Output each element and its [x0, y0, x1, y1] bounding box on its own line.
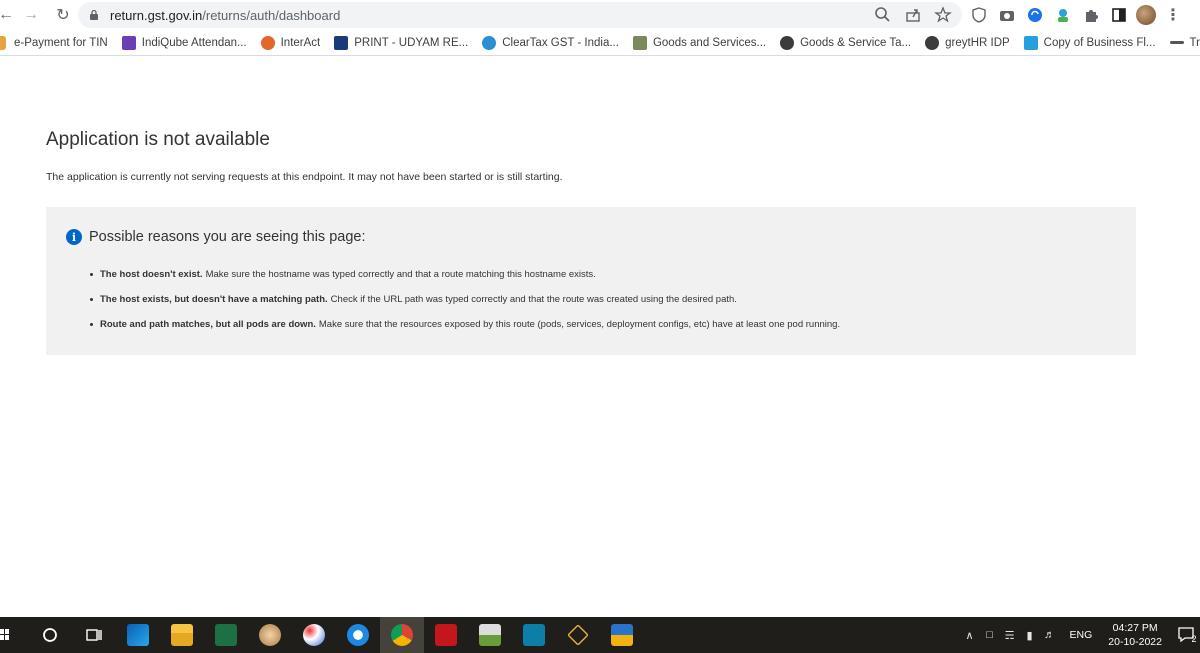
bookmark-label: greytHR IDP: [945, 36, 1010, 49]
bookmark-item[interactable]: Goods and Services...: [627, 32, 772, 54]
outlook-icon[interactable]: [116, 617, 160, 653]
page-description: The application is currently not serving…: [46, 171, 563, 183]
bookmark-label: Goods & Service Ta...: [800, 36, 912, 49]
list-item: The host exists, but doesn't have a matc…: [90, 287, 840, 312]
sidepanel-icon[interactable]: [1108, 4, 1130, 26]
bookmark-star-icon[interactable]: [932, 4, 954, 26]
bookmark-item[interactable]: PRINT - UDYAM RE...: [328, 32, 474, 54]
bookmark-favicon-icon: [632, 35, 647, 50]
volume-icon[interactable]: ♬: [1040, 629, 1060, 641]
camera-extension-icon[interactable]: [996, 4, 1018, 26]
file-explorer-icon[interactable]: [160, 617, 204, 653]
bookmark-label: InterAct: [280, 36, 321, 49]
bookmark-favicon-icon: [121, 35, 136, 50]
bookmark-favicon-icon: [334, 35, 349, 50]
paint-icon[interactable]: [248, 617, 292, 653]
url-host: return.gst.gov.in: [110, 7, 203, 23]
wifi-icon[interactable]: ☴: [1000, 629, 1020, 642]
bookmark-item[interactable]: InterAct: [255, 32, 327, 54]
forward-icon[interactable]: →: [18, 2, 44, 28]
globe-icon: [780, 35, 795, 50]
info-icon: i: [66, 229, 82, 245]
remote-desktop-icon[interactable]: [468, 617, 512, 653]
bookmarks-bar: e-Payment for TIN IndiQube Attendan... I…: [0, 30, 1200, 56]
start-windows-icon[interactable]: [0, 617, 14, 653]
list-item: The host doesn't exist. Make sure the ho…: [90, 262, 840, 287]
url-text: return.gst.gov.in/returns/auth/dashboard: [110, 8, 340, 23]
back-icon[interactable]: ←: [0, 2, 14, 28]
list-item: Route and path matches, but all pods are…: [90, 312, 840, 337]
clock[interactable]: 04:27 PM 20-10-2022: [1108, 621, 1162, 649]
reasons-panel-header: i Possible reasons you are seeing this p…: [66, 229, 365, 245]
lock-icon: [90, 9, 98, 20]
bookmark-item[interactable]: greytHR IDP: [919, 32, 1016, 54]
chevron-up-icon[interactable]: ∧: [960, 629, 980, 642]
acrobat-icon[interactable]: [424, 617, 468, 653]
reload-icon[interactable]: ↻: [50, 2, 76, 28]
bookmark-item[interactable]: ClearTax GST - India...: [476, 32, 625, 54]
zoom-icon[interactable]: [872, 4, 894, 26]
bookmark-label: PRINT - UDYAM RE...: [354, 36, 469, 49]
reason-heading: The host doesn't exist.: [100, 269, 203, 280]
chrome-icon[interactable]: [380, 617, 424, 653]
paint-palette-icon[interactable]: [292, 617, 336, 653]
menu-icon[interactable]: ⋮: [1162, 4, 1184, 26]
reasons-list: The host doesn't exist. Make sure the ho…: [90, 262, 840, 337]
sway-s-icon[interactable]: [512, 617, 556, 653]
reason-text: Check if the URL path was typed correctl…: [330, 294, 737, 305]
page-title: Application is not available: [46, 129, 270, 150]
bookmark-item[interactable]: Goods & Service Ta...: [774, 32, 917, 54]
bookmark-item[interactable]: Copy of Business Fl...: [1018, 32, 1162, 54]
reasons-panel: i Possible reasons you are seeing this p…: [46, 207, 1136, 355]
system-tray: ∧ □ ☴ ▮ ♬ ENG 04:27 PM 20-10-2022 2: [960, 617, 1200, 653]
bookmark-label: IndiQube Attendan...: [141, 36, 247, 49]
battery-icon[interactable]: ▮: [1020, 629, 1040, 642]
windows-taskbar: ∧ □ ☴ ▮ ♬ ENG 04:27 PM 20-10-2022 2: [0, 617, 1200, 653]
reason-text: Make sure that the resources exposed by …: [318, 319, 841, 330]
task-view-icon[interactable]: [72, 617, 116, 653]
bookmark-label: Trumarx: [1189, 36, 1200, 49]
bookmark-label: Goods and Services...: [652, 36, 767, 49]
bookmark-label: e-Payment for TIN: [14, 36, 108, 49]
reason-heading: The host exists, but doesn't have a matc…: [100, 294, 328, 305]
puzzle-extension-icon[interactable]: [1080, 4, 1102, 26]
page-content: Application is not available The applica…: [0, 57, 1200, 617]
bookmark-favicon-icon: [260, 35, 275, 50]
reasons-panel-title: Possible reasons you are seeing this pag…: [89, 229, 366, 245]
search-circle-icon[interactable]: [28, 617, 72, 653]
bookmark-favicon-icon: [1169, 41, 1184, 44]
share-icon[interactable]: [902, 4, 924, 26]
bookmark-item[interactable]: IndiQube Attendan...: [116, 32, 253, 54]
clock-time: 04:27 PM: [1112, 622, 1158, 634]
meet-now-icon[interactable]: □: [980, 629, 1000, 641]
address-bar[interactable]: return.gst.gov.in/returns/auth/dashboard: [78, 2, 962, 28]
app-tiles-icon[interactable]: [600, 617, 644, 653]
bookmark-label: ClearTax GST - India...: [502, 36, 619, 49]
bookmark-favicon-icon: [0, 35, 6, 50]
extensions-area: ⋮: [968, 2, 1184, 28]
profile-avatar[interactable]: [1136, 5, 1156, 25]
notifications-icon[interactable]: 2: [1174, 617, 1200, 653]
bookmark-favicon-icon: [1023, 35, 1038, 50]
url-path: /returns/auth/dashboard: [202, 7, 341, 23]
cleartax-extension-icon[interactable]: [1052, 4, 1074, 26]
bookmark-favicon-icon: [482, 35, 497, 50]
internet-explorer-icon[interactable]: [336, 617, 380, 653]
globe-icon: [925, 35, 940, 50]
excel-icon[interactable]: [204, 617, 248, 653]
bookmark-label: Copy of Business Fl...: [1043, 36, 1156, 49]
reason-text: Make sure the hostname was typed correct…: [205, 269, 596, 280]
language-indicator[interactable]: ENG: [1070, 629, 1093, 641]
sync-extension-icon[interactable]: [1024, 4, 1046, 26]
notification-count: 2: [1191, 634, 1197, 644]
reason-heading: Route and path matches, but all pods are…: [100, 319, 316, 330]
app-diamond-icon[interactable]: [556, 617, 600, 653]
shield-extension-icon[interactable]: [968, 4, 990, 26]
browser-toolbar: ← → ↻ return.gst.gov.in/returns/auth/das…: [0, 0, 1200, 30]
clock-date: 20-10-2022: [1108, 636, 1162, 648]
bookmark-item[interactable]: Trumarx: [1164, 32, 1200, 54]
bookmark-item[interactable]: e-Payment for TIN: [0, 32, 114, 54]
